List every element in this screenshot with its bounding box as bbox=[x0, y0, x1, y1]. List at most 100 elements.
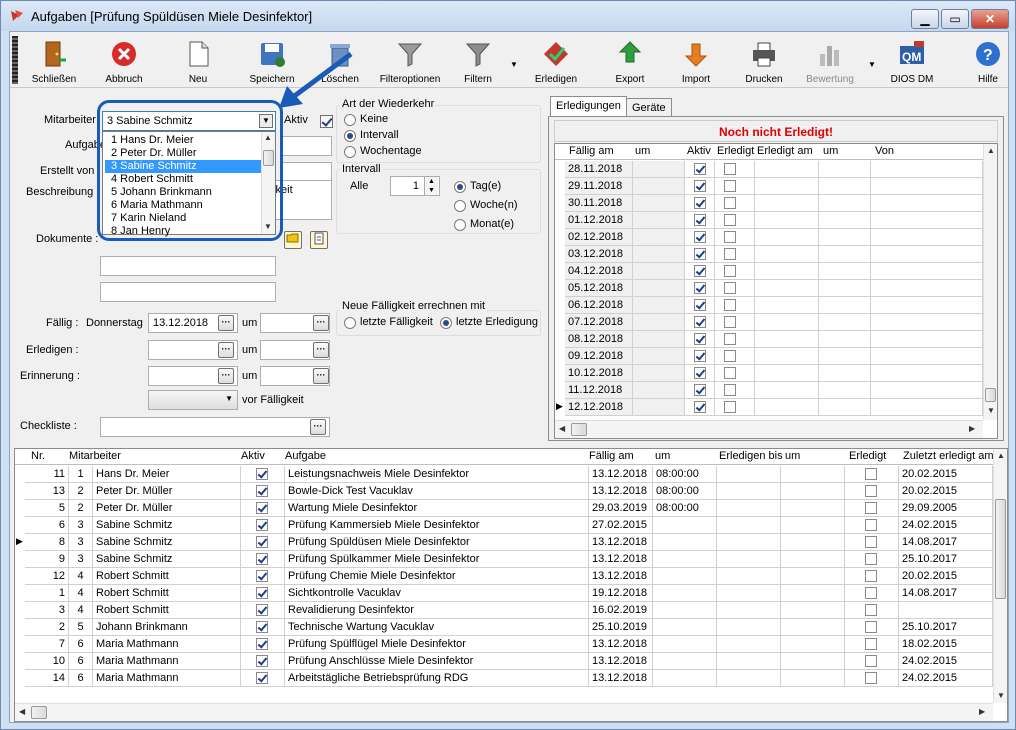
aufgabe-row[interactable]: 3 4 Robert Schmitt Revalidierung Desinfekto… bbox=[15, 602, 1007, 619]
erledigung-cell[interactable] bbox=[633, 246, 685, 263]
aufgabe-cell[interactable]: Prüfung Kammersieb Miele Desinfektor bbox=[285, 517, 589, 534]
aufgabe-cell[interactable]: 6 bbox=[69, 653, 93, 670]
erledigung-cell[interactable] bbox=[819, 263, 871, 280]
erledigung-cell[interactable] bbox=[755, 399, 819, 416]
aufgabe-cell[interactable]: Robert Schmitt bbox=[93, 585, 241, 602]
aufgabe-cell[interactable]: Hans Dr. Meier bbox=[93, 466, 241, 483]
erledigung-cell[interactable] bbox=[871, 348, 983, 365]
aktiv-checkbox[interactable] bbox=[256, 672, 268, 684]
aufgabe-cell[interactable]: 6 bbox=[25, 517, 69, 534]
aufgabe-cell[interactable] bbox=[717, 500, 781, 517]
erledigung-cell[interactable] bbox=[755, 195, 819, 212]
aufgabe-cell[interactable]: 3 bbox=[69, 517, 93, 534]
aktiv-checkbox[interactable] bbox=[320, 115, 333, 128]
erledigt-checkbox[interactable] bbox=[865, 468, 877, 480]
erledigung-cell[interactable] bbox=[755, 297, 819, 314]
erledigung-cell[interactable]: 04.12.2018 bbox=[565, 263, 633, 280]
erledigung-cell[interactable]: 11.12.2018 bbox=[565, 382, 633, 399]
intervall-unit-radio[interactable] bbox=[454, 200, 466, 212]
aufgabe-cell[interactable]: Johann Brinkmann bbox=[93, 619, 241, 636]
erledigung-cell[interactable] bbox=[685, 399, 715, 416]
erledigungen-scroll-thumb[interactable] bbox=[985, 388, 996, 402]
aufgabe-cell[interactable] bbox=[717, 670, 781, 687]
erledigt-checkbox[interactable] bbox=[865, 519, 877, 531]
aufgabe-cell[interactable] bbox=[241, 500, 285, 517]
erledigung-cell[interactable] bbox=[685, 280, 715, 297]
erledigung-row[interactable]: 09.12.2018 bbox=[555, 348, 997, 365]
erledigung-cell[interactable]: 28.11.2018 bbox=[565, 161, 633, 178]
erledigung-cell[interactable] bbox=[819, 314, 871, 331]
scroll-left-icon[interactable]: ◀ bbox=[559, 424, 565, 433]
aufgaben-scroll-thumb[interactable] bbox=[995, 499, 1006, 599]
erledigen-time-picker-button[interactable]: ··· bbox=[313, 342, 329, 358]
aufgabe-cell[interactable]: 10 bbox=[25, 653, 69, 670]
erledigung-cell[interactable]: 07.12.2018 bbox=[565, 314, 633, 331]
aufgabe-cell[interactable]: 29.03.2019 bbox=[589, 500, 653, 517]
aufgabe-cell[interactable]: 29.09.2005 bbox=[899, 500, 993, 517]
aktiv-checkbox[interactable] bbox=[256, 621, 268, 633]
aufgabe-cell[interactable] bbox=[241, 585, 285, 602]
aufgabe-cell[interactable]: 27.02.2015 bbox=[589, 517, 653, 534]
aufgabe-cell[interactable] bbox=[899, 602, 993, 619]
erledigt-checkbox[interactable] bbox=[865, 621, 877, 633]
dokumente-input-2[interactable] bbox=[100, 256, 276, 276]
aufgabe-cell[interactable]: 25.10.2017 bbox=[899, 551, 993, 568]
intervall-unit-radio[interactable] bbox=[454, 219, 466, 231]
erledigung-cell[interactable] bbox=[633, 229, 685, 246]
aktiv-checkbox[interactable] bbox=[694, 367, 706, 379]
aufgabe-cell[interactable]: Sabine Schmitz bbox=[93, 517, 241, 534]
aktiv-checkbox[interactable] bbox=[694, 248, 706, 260]
aufgabe-input[interactable] bbox=[280, 136, 332, 156]
aufgabe-cell[interactable]: 13.12.2018 bbox=[589, 568, 653, 585]
aufgabe-cell[interactable] bbox=[781, 500, 845, 517]
aufgabe-cell[interactable]: 2 bbox=[69, 500, 93, 517]
erledigung-row[interactable]: 04.12.2018 bbox=[555, 263, 997, 280]
aufgabe-cell[interactable] bbox=[845, 636, 899, 653]
aufgabe-cell[interactable] bbox=[653, 619, 717, 636]
aufgabe-cell[interactable]: 18.02.2015 bbox=[899, 636, 993, 653]
erledigungen-vscroll[interactable]: ▲ ▼ bbox=[983, 144, 997, 420]
aufgabe-cell[interactable]: 13 bbox=[25, 483, 69, 500]
aufgabe-cell[interactable] bbox=[781, 551, 845, 568]
toolbar-button-filteroptionen[interactable]: Filteroptionen bbox=[380, 36, 440, 86]
aufgabe-cell[interactable] bbox=[717, 517, 781, 534]
erstellt-von-input[interactable] bbox=[280, 162, 332, 182]
erledigt-checkbox[interactable] bbox=[724, 384, 736, 396]
aufgabe-row[interactable]: 10 6 Maria Mathmann Prüfung Anschlüsse Miel… bbox=[15, 653, 1007, 670]
erledigung-cell[interactable] bbox=[871, 263, 983, 280]
erledigung-cell[interactable] bbox=[715, 331, 755, 348]
erledigung-cell[interactable]: 08.12.2018 bbox=[565, 331, 633, 348]
erledigung-cell[interactable] bbox=[685, 263, 715, 280]
aktiv-checkbox[interactable] bbox=[256, 655, 268, 667]
erledigt-checkbox[interactable] bbox=[865, 536, 877, 548]
erledigung-cell[interactable] bbox=[715, 195, 755, 212]
erledigt-checkbox[interactable] bbox=[724, 163, 736, 175]
aktiv-checkbox[interactable] bbox=[256, 638, 268, 650]
erledigung-cell[interactable] bbox=[685, 297, 715, 314]
aufgabe-cell[interactable] bbox=[717, 466, 781, 483]
aufgabe-cell[interactable]: 14 bbox=[25, 670, 69, 687]
aufgabe-cell[interactable]: 24.02.2015 bbox=[899, 653, 993, 670]
erledigung-cell[interactable]: 05.12.2018 bbox=[565, 280, 633, 297]
aufgabe-cell[interactable] bbox=[241, 466, 285, 483]
aufgabe-cell[interactable] bbox=[781, 568, 845, 585]
aufgabe-cell[interactable]: Bowle-Dick Test Vacuklav bbox=[285, 483, 589, 500]
erledigung-cell[interactable] bbox=[819, 212, 871, 229]
aufgabe-cell[interactable]: 3 bbox=[25, 602, 69, 619]
erledigung-cell[interactable] bbox=[871, 399, 983, 416]
aufgabe-row[interactable]: 5 2 Peter Dr. Müller Wartung Miele Desinfek… bbox=[15, 500, 1007, 517]
aufgabe-cell[interactable] bbox=[717, 619, 781, 636]
erledigung-cell[interactable] bbox=[871, 246, 983, 263]
aufgabe-cell[interactable]: 08:00:00 bbox=[653, 500, 717, 517]
aufgabe-cell[interactable] bbox=[653, 670, 717, 687]
erledigung-cell[interactable]: 12.12.2018 bbox=[565, 399, 633, 416]
erledigung-cell[interactable] bbox=[819, 280, 871, 297]
erledigung-cell[interactable] bbox=[819, 348, 871, 365]
aufgabe-cell[interactable]: 13.12.2018 bbox=[589, 670, 653, 687]
toolbar-button-drucken[interactable]: Drucken bbox=[734, 36, 794, 86]
document-icon[interactable] bbox=[310, 231, 328, 249]
aufgabe-cell[interactable]: 24.02.2015 bbox=[899, 670, 993, 687]
erledigung-cell[interactable] bbox=[819, 365, 871, 382]
erledigung-cell[interactable]: 01.12.2018 bbox=[565, 212, 633, 229]
erledigung-row[interactable]: 10.12.2018 bbox=[555, 365, 997, 382]
